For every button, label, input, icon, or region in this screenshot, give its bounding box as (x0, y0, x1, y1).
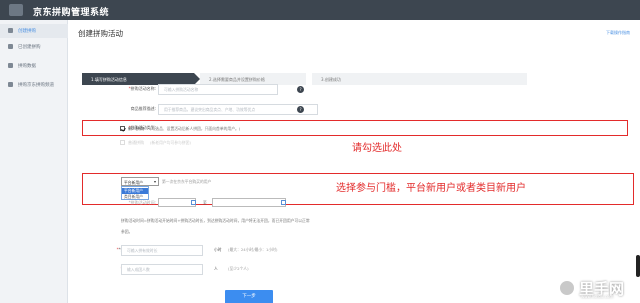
chart-icon (8, 63, 13, 68)
time-separator: 至 (203, 200, 207, 205)
app-title: 京东拼购管理系统 (33, 8, 110, 18)
type-row-2: 普通拼购 (新老用户均可参与拼团) (68, 137, 528, 149)
new-user-checkbox-label: 新人拼购 (128, 125, 144, 131)
group-size-row: **成团人数: 输入成团人数 人 (至少2个人) (68, 264, 528, 276)
watermark: 里手网 www.lishou.com (558, 277, 632, 299)
normal-checkbox-label: 普通拼购 (128, 139, 144, 145)
page-title: 创建拼购活动 (78, 29, 123, 38)
scrollbar-thumb[interactable] (636, 255, 640, 277)
duration-row: **拼有效时长: 可输入拼有效时长 小时 (最大：24小时/最小：1小时) (68, 245, 528, 257)
guide-link[interactable]: 下载操作指南 (606, 30, 630, 36)
name-row: *拼购活动名称: 可输入拼购活动名称 ? (68, 84, 528, 96)
desc-label: 商品推荐描述: (130, 106, 156, 111)
desc-input[interactable]: 用于推荐商品，建议突出商品卖点、产地、功效等优点 (158, 104, 318, 115)
name-label: *拼购活动名称: (128, 86, 156, 91)
sidebar: 创建拼购 已创建拼购 拼购数据 拼购京东拼购频道 (0, 20, 68, 303)
type-row: *拼购活动类型: 新人拼购 (与选品、设置活动后新人拼团，只面向首单的用户。) (68, 123, 528, 135)
new-user-checkbox[interactable] (120, 126, 125, 131)
main-panel: 创建拼购活动 下载操作指南 1.填写拼购活动信息 2.选择需要商品并设置拼购价格… (68, 20, 640, 303)
time-note-2: 参团。 (121, 229, 133, 234)
time-row: *拼购活动时间: 至 (68, 198, 528, 210)
time-end-input[interactable] (212, 198, 286, 207)
chevron-down-icon: ▾ (153, 179, 156, 184)
sidebar-item-channel[interactable]: 拼购京东拼购频道 (0, 78, 68, 92)
time-label: *拼购活动时间: (128, 200, 156, 205)
duration-hint: (最大：24小时/最小：1小时) (228, 247, 278, 252)
sidebar-item-label: 拼购京东拼购频道 (18, 83, 54, 88)
group-size-hint: (至少2个人) (228, 266, 249, 271)
group-size-unit: 人 (214, 266, 218, 271)
top-bar: 京东拼购管理系统 (0, 0, 640, 20)
logo-icon (9, 4, 23, 16)
normal-checkbox[interactable] (120, 140, 125, 145)
sidebar-item-data[interactable]: 拼购数据 (0, 59, 68, 73)
list-icon (8, 44, 13, 49)
annotation-text-2: 选择参与门槛，平台新用户或者类目新用户 (336, 183, 526, 194)
new-user-desc: (与选品、设置活动后新人拼团，只面向首单的用户。) (150, 125, 241, 131)
group-size-input[interactable]: 输入成团人数 (121, 264, 203, 275)
next-button[interactable]: 下一步 (225, 290, 273, 303)
help-icon[interactable]: ? (297, 86, 304, 93)
threshold-select[interactable]: 平台新用户 ▾ (121, 177, 159, 186)
duration-unit: 小时 (214, 247, 222, 252)
calendar-icon[interactable] (281, 200, 286, 205)
sidebar-item-label: 已创建拼购 (18, 45, 41, 50)
name-input[interactable]: 可输入拼购活动名称 (158, 84, 278, 95)
normal-desc: (新老用户均可参与拼团) (150, 139, 191, 145)
calendar-icon[interactable] (191, 200, 196, 205)
sidebar-item-created[interactable]: 已创建拼购 (0, 40, 68, 54)
help-icon[interactable]: ? (297, 106, 304, 113)
channel-icon (8, 82, 13, 87)
sidebar-item-create[interactable]: 创建拼购 (0, 24, 68, 38)
sidebar-item-label: 创建拼购 (18, 29, 36, 34)
doc-icon (8, 28, 13, 33)
threshold-hint: 第一次在京东平台购买的用户 (162, 179, 212, 184)
sidebar-item-label: 拼购数据 (18, 64, 36, 69)
desc-row: 商品推荐描述: 用于推荐商品，建议突出商品卖点、产地、功效等优点 ? (68, 104, 528, 116)
time-note: 拼购活动时间=拼购活动开始时间+拼购活动时长，到达拼购活动时间，用户将无法开团，… (121, 218, 310, 223)
duration-input[interactable]: 可输入拼有效时长 (121, 245, 203, 256)
watermark-logo-icon (558, 279, 576, 297)
